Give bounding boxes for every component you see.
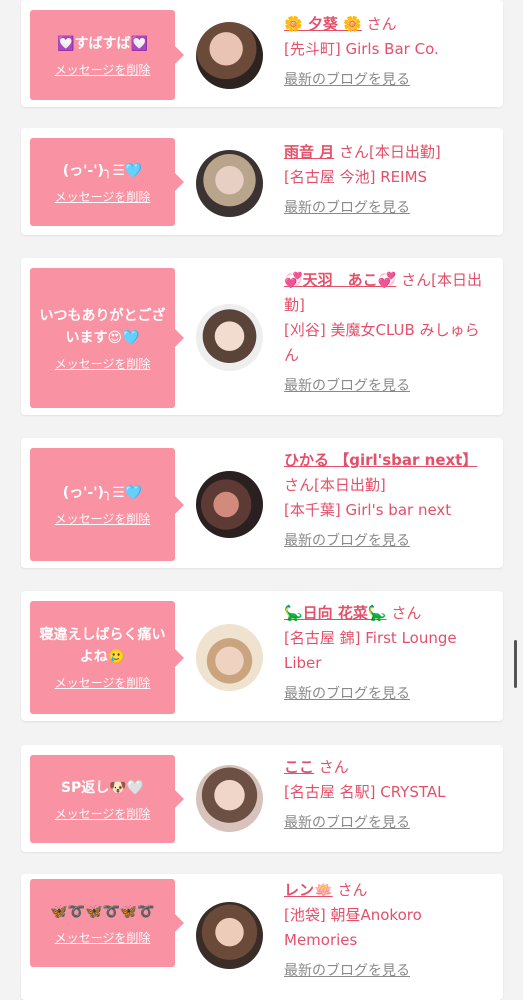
cast-name-link[interactable]: 雨音 月 bbox=[284, 143, 334, 161]
message-bubble: いつもありがとございます😍🩵 メッセージを削除 bbox=[30, 268, 184, 408]
message-card: SP返し🐶🤍 メッセージを削除 ここ さん [名古屋 名駅] CRYSTAL 最… bbox=[21, 745, 503, 852]
message-text: (っ'-')╮☰🩵 bbox=[62, 162, 143, 179]
honorific: さん bbox=[318, 758, 349, 776]
message-text: 🦋➰🦋➰🦋➰ bbox=[50, 903, 155, 920]
avatar[interactable] bbox=[196, 22, 263, 89]
attendance-status: [本日出勤] bbox=[369, 143, 441, 161]
message-text: 💟すばすば💟 bbox=[57, 35, 148, 52]
latest-blog-link[interactable]: 最新のブログを見る bbox=[284, 959, 494, 984]
latest-blog-link[interactable]: 最新のブログを見る bbox=[284, 811, 494, 836]
honorific: さん bbox=[391, 604, 422, 622]
message-bubble: (っ'-')╮☰🩵 メッセージを削除 bbox=[30, 448, 184, 561]
message-text: 寝違えしばらく痛いよね🥲 bbox=[39, 627, 166, 665]
cast-name-link[interactable]: ここ bbox=[284, 758, 314, 776]
honorific: さん bbox=[401, 271, 432, 289]
cast-info: 🦕日向 花菜🦕 さん [名古屋 錦] First Lounge Liber 最新… bbox=[284, 601, 494, 707]
cast-info: ここ さん [名古屋 名駅] CRYSTAL 最新のブログを見る bbox=[284, 755, 494, 836]
avatar[interactable] bbox=[196, 624, 263, 691]
cast-info: 雨音 月 さん[本日出勤] [名古屋 今池] REIMS 最新のブログを見る bbox=[284, 140, 494, 221]
cast-info: レン🪷 さん [池袋] 朝昼Anokoro Memories 最新のブログを見る bbox=[284, 878, 494, 984]
delete-message-link[interactable]: メッセージを削除 bbox=[55, 355, 151, 372]
message-bubble: 💟すばすば💟 メッセージを削除 bbox=[30, 10, 184, 100]
latest-blog-link[interactable]: 最新のブログを見る bbox=[284, 682, 494, 707]
delete-message-link[interactable]: メッセージを削除 bbox=[55, 674, 151, 691]
message-bubble: SP返し🐶🤍 メッセージを削除 bbox=[30, 755, 184, 843]
honorific: さん bbox=[339, 143, 370, 161]
latest-blog-link[interactable]: 最新のブログを見る bbox=[284, 529, 494, 554]
avatar[interactable] bbox=[196, 765, 263, 832]
message-bubble: 寝違えしばらく痛いよね🥲 メッセージを削除 bbox=[30, 601, 184, 714]
message-card: (っ'-')╮☰🩵 メッセージを削除 ひかる 【girl'sbar next】 … bbox=[21, 438, 503, 568]
avatar[interactable] bbox=[196, 471, 263, 538]
cast-name-link[interactable]: ひかる 【girl'sbar next】 bbox=[284, 451, 477, 469]
latest-blog-link[interactable]: 最新のブログを見る bbox=[284, 68, 494, 93]
cast-name-link[interactable]: 🦕日向 花菜🦕 bbox=[284, 604, 387, 622]
message-bubble: 🦋➰🦋➰🦋➰ メッセージを削除 bbox=[30, 879, 184, 967]
message-text: いつもありがとございます😍🩵 bbox=[39, 307, 166, 346]
latest-blog-link[interactable]: 最新のブログを見る bbox=[284, 374, 494, 399]
shop-name: [名古屋 名駅] CRYSTAL bbox=[284, 783, 446, 801]
avatar[interactable] bbox=[196, 902, 263, 969]
delete-message-link[interactable]: メッセージを削除 bbox=[55, 929, 151, 946]
shop-name: [本千葉] Girl's bar next bbox=[284, 501, 452, 519]
cast-info: 💞天羽 あこ💞 さん[本日出勤] [刈谷] 美魔女CLUB みしゅらん 最新のブ… bbox=[284, 268, 494, 399]
delete-message-link[interactable]: メッセージを削除 bbox=[55, 805, 151, 822]
delete-message-link[interactable]: メッセージを削除 bbox=[55, 188, 151, 205]
cast-name-link[interactable]: 💞天羽 あこ💞 bbox=[284, 271, 396, 289]
delete-message-link[interactable]: メッセージを削除 bbox=[55, 510, 151, 527]
message-card: 寝違えしばらく痛いよね🥲 メッセージを削除 🦕日向 花菜🦕 さん [名古屋 錦]… bbox=[21, 591, 503, 721]
message-text: (っ'-')╮☰🩵 bbox=[62, 485, 143, 501]
cast-name-link[interactable]: 🌼 夕葵 🌼 bbox=[284, 15, 362, 33]
honorific: さん bbox=[337, 881, 368, 899]
scrollbar-thumb[interactable] bbox=[514, 640, 517, 688]
delete-message-link[interactable]: メッセージを削除 bbox=[55, 61, 151, 78]
shop-name: [名古屋 今池] REIMS bbox=[284, 168, 428, 186]
cast-info: 🌼 夕葵 🌼 さん [先斗町] Girls Bar Co. 最新のブログを見る bbox=[284, 12, 494, 93]
shop-name: [先斗町] Girls Bar Co. bbox=[284, 40, 439, 58]
message-card: (っ'-')╮☰🩵 メッセージを削除 雨音 月 さん[本日出勤] [名古屋 今池… bbox=[21, 128, 503, 235]
honorific: さん bbox=[284, 476, 315, 494]
message-card: 🦋➰🦋➰🦋➰ メッセージを削除 レン🪷 さん [池袋] 朝昼Anokoro Me… bbox=[21, 874, 503, 1000]
message-card: いつもありがとございます😍🩵 メッセージを削除 💞天羽 あこ💞 さん[本日出勤]… bbox=[21, 258, 503, 415]
shop-name: [刈谷] 美魔女CLUB みしゅらん bbox=[284, 321, 480, 364]
latest-blog-link[interactable]: 最新のブログを見る bbox=[284, 196, 494, 221]
attendance-status: [本日出勤] bbox=[314, 476, 386, 494]
avatar[interactable] bbox=[196, 150, 263, 217]
message-card: 💟すばすば💟 メッセージを削除 🌼 夕葵 🌼 さん [先斗町] Girls Ba… bbox=[21, 0, 503, 107]
cast-name-link[interactable]: レン🪷 bbox=[284, 881, 333, 899]
honorific: さん bbox=[366, 15, 397, 33]
avatar[interactable] bbox=[196, 304, 263, 371]
message-bubble: (っ'-')╮☰🩵 メッセージを削除 bbox=[30, 138, 184, 226]
shop-name: [名古屋 錦] First Lounge Liber bbox=[284, 629, 457, 672]
cast-info: ひかる 【girl'sbar next】 さん[本日出勤] [本千葉] Girl… bbox=[284, 448, 494, 554]
message-text: SP返し🐶🤍 bbox=[60, 779, 145, 796]
shop-name: [池袋] 朝昼Anokoro Memories bbox=[284, 906, 422, 949]
